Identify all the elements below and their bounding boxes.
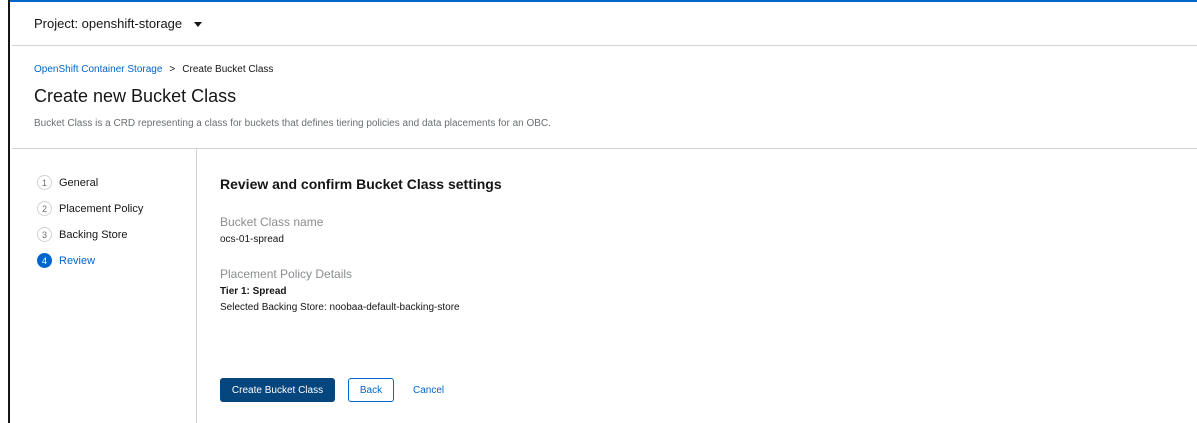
step-label: Placement Policy xyxy=(59,202,144,215)
step-number-badge: 4 xyxy=(37,253,52,268)
review-panel: Review and confirm Bucket Class settings… xyxy=(198,149,1197,423)
caret-down-icon[interactable] xyxy=(194,22,203,27)
wizard-step-review[interactable]: 4 Review xyxy=(37,252,196,269)
breadcrumb-link-ocs[interactable]: OpenShift Container Storage xyxy=(34,64,162,75)
bucket-class-name-value: ocs-01-spread xyxy=(220,234,284,245)
project-selector-label[interactable]: Project: openshift-storage xyxy=(34,16,182,31)
left-edge-border xyxy=(0,0,10,423)
breadcrumb: OpenShift Container Storage > Create Buc… xyxy=(34,64,273,75)
page-description: Bucket Class is a CRD representing a cla… xyxy=(34,118,551,129)
step-number-badge: 2 xyxy=(37,201,52,216)
step-label: General xyxy=(59,176,99,189)
cancel-button[interactable]: Cancel xyxy=(413,378,444,402)
page-title: Create new Bucket Class xyxy=(34,86,237,106)
page-header: OpenShift Container Storage > Create Buc… xyxy=(12,47,1197,149)
breadcrumb-separator-icon: > xyxy=(169,64,176,75)
step-label: Review xyxy=(59,254,96,267)
wizard-step-backing-store[interactable]: 3 Backing Store xyxy=(37,226,196,243)
tier-value: Tier 1: Spread xyxy=(220,286,287,297)
wizard-nav: 1 General 2 Placement Policy 3 Backing S… xyxy=(12,149,197,423)
create-bucket-class-button[interactable]: Create Bucket Class xyxy=(220,378,335,402)
placement-policy-label: Placement Policy Details xyxy=(220,267,353,281)
project-selector-bar[interactable]: Project: openshift-storage xyxy=(12,2,1197,46)
bucket-class-name-label: Bucket Class name xyxy=(220,215,324,229)
breadcrumb-current: Create Bucket Class xyxy=(182,64,274,75)
step-number-badge: 1 xyxy=(37,175,52,190)
wizard-step-general[interactable]: 1 General xyxy=(37,174,196,191)
wizard-step-placement-policy[interactable]: 2 Placement Policy xyxy=(37,200,196,217)
backing-store-value: Selected Backing Store: noobaa-default-b… xyxy=(220,302,460,313)
review-section-title: Review and confirm Bucket Class settings xyxy=(220,176,502,192)
back-button[interactable]: Back xyxy=(348,378,394,402)
step-number-badge: 3 xyxy=(37,227,52,242)
step-label: Backing Store xyxy=(59,228,128,241)
